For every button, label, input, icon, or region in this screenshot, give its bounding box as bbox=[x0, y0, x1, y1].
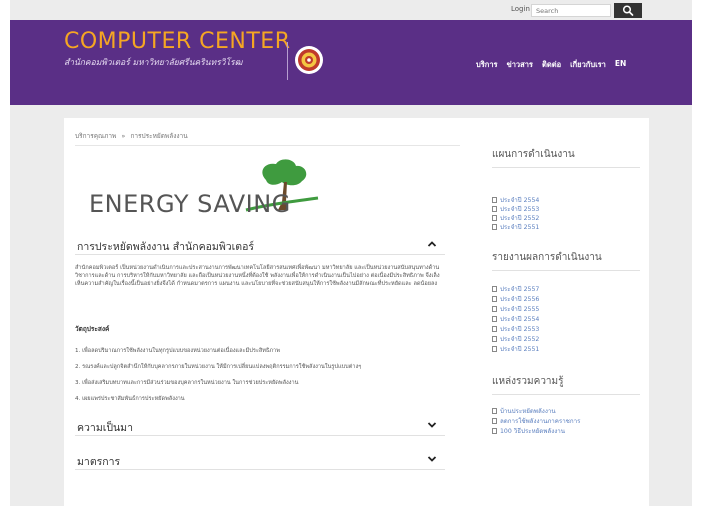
link-label: ประจำปี 2555 bbox=[500, 306, 540, 313]
knowledge-link[interactable]: บ้านประหยัดพลังงาน bbox=[492, 406, 556, 416]
chevron-up-icon bbox=[427, 241, 437, 247]
link-label: ประจำปี 2551 bbox=[500, 224, 540, 231]
knowledge-link[interactable]: 100 วิธีประหยัดพลังงาน bbox=[492, 426, 565, 436]
search-input[interactable] bbox=[531, 4, 611, 17]
energy-saving-text: ENERGY SAVING bbox=[89, 190, 291, 218]
document-icon bbox=[492, 418, 497, 424]
document-icon bbox=[492, 286, 497, 292]
plan-link[interactable]: ประจำปี 2551 bbox=[492, 222, 539, 232]
objective-item: 4. เผยแพร่ประชาสัมพันธ์การประหยัดพลังงาน bbox=[75, 396, 185, 402]
objective-item: 2. รณรงค์และปลูกจิตสำนึกให้กับบุคลากรภาย… bbox=[75, 364, 362, 370]
nav-english[interactable]: EN bbox=[615, 59, 626, 71]
objectives-heading: วัตถุประสงค์ bbox=[75, 325, 110, 333]
report-link[interactable]: ประจำปี 2555 bbox=[492, 304, 539, 314]
breadcrumb: บริการคุณภาพ » การประหยัดพลังงาน bbox=[75, 131, 188, 141]
objective-item: 1. เพื่อลดปริมาณการใช้พลังงานในทุกรูปแบบ… bbox=[75, 348, 280, 354]
section-history-header[interactable]: ความเป็นมา bbox=[75, 414, 445, 436]
chevron-down-icon bbox=[427, 422, 437, 428]
site-title[interactable]: COMPUTER CENTER bbox=[64, 31, 291, 53]
university-seal-icon bbox=[295, 46, 323, 74]
nav-contact[interactable]: ติดต่อ bbox=[542, 59, 561, 71]
breadcrumb-home[interactable]: บริการคุณภาพ bbox=[75, 132, 116, 140]
document-icon bbox=[492, 346, 497, 352]
section-measures-header[interactable]: มาตรการ bbox=[75, 448, 445, 470]
nav-about[interactable]: เกี่ยวกับเรา bbox=[570, 59, 606, 71]
chevron-down-icon bbox=[427, 456, 437, 462]
document-icon bbox=[492, 197, 497, 203]
nav-services[interactable]: บริการ bbox=[476, 59, 498, 71]
link-label: ประจำปี 2551 bbox=[500, 346, 540, 353]
section-title: มาตรการ bbox=[77, 456, 121, 468]
sidebar-reports-heading: รายงานผลการดำเนินงาน bbox=[492, 250, 640, 271]
section-title: ความเป็นมา bbox=[77, 422, 133, 434]
link-label: ลดการใช้พลังงานภาคราชการ bbox=[500, 418, 581, 425]
document-icon bbox=[492, 408, 497, 414]
nav-news[interactable]: ข่าวสาร bbox=[507, 59, 533, 71]
breadcrumb-separator: » bbox=[121, 132, 126, 140]
report-link[interactable]: ประจำปี 2556 bbox=[492, 294, 539, 304]
link-label: บ้านประหยัดพลังงาน bbox=[500, 408, 556, 415]
report-link[interactable]: ประจำปี 2557 bbox=[492, 284, 539, 294]
report-link[interactable]: ประจำปี 2554 bbox=[492, 314, 539, 324]
link-label: ประจำปี 2556 bbox=[500, 296, 540, 303]
document-icon bbox=[492, 215, 497, 221]
document-icon bbox=[492, 296, 497, 302]
breadcrumb-current: การประหยัดพลังงาน bbox=[130, 132, 188, 140]
report-link[interactable]: ประจำปี 2553 bbox=[492, 324, 539, 334]
report-link[interactable]: ประจำปี 2552 bbox=[492, 334, 539, 344]
breadcrumb-divider bbox=[75, 145, 460, 146]
sidebar-knowledge-heading: แหล่งรวมความรู้ bbox=[492, 374, 640, 395]
logo-divider bbox=[287, 42, 288, 80]
login-link[interactable]: Login bbox=[511, 5, 530, 13]
document-icon bbox=[492, 206, 497, 212]
section-title: การประหยัดพลังงาน สำนักคอมพิวเตอร์ bbox=[77, 241, 255, 253]
link-label: ประจำปี 2557 bbox=[500, 286, 540, 293]
main-nav: บริการ ข่าวสาร ติดต่อ เกี่ยวกับเรา EN bbox=[476, 59, 626, 71]
link-label: ประจำปี 2552 bbox=[500, 336, 540, 343]
document-icon bbox=[492, 336, 497, 342]
document-icon bbox=[492, 326, 497, 332]
document-icon bbox=[492, 428, 497, 434]
document-icon bbox=[492, 316, 497, 322]
search-button[interactable] bbox=[614, 3, 642, 18]
report-link[interactable]: ประจำปี 2551 bbox=[492, 344, 539, 354]
document-icon bbox=[492, 306, 497, 312]
link-label: 100 วิธีประหยัดพลังงาน bbox=[500, 428, 565, 435]
link-label: ประจำปี 2554 bbox=[500, 316, 540, 323]
sidebar-plans-heading: แผนการดำเนินงาน bbox=[492, 147, 640, 168]
section-paragraph: สำนักคอมพิวเตอร์ เป็นหน่วยงานดำเนินการแล… bbox=[75, 265, 440, 287]
objective-item: 3. เพื่อส่งเสริมบทบาทและการมีส่วนร่วมของ… bbox=[75, 380, 299, 386]
section-energy-saving-header[interactable]: การประหยัดพลังงาน สำนักคอมพิวเตอร์ bbox=[75, 233, 445, 255]
link-label: ประจำปี 2553 bbox=[500, 326, 540, 333]
knowledge-link[interactable]: ลดการใช้พลังงานภาคราชการ bbox=[492, 416, 580, 426]
search-icon bbox=[622, 5, 634, 16]
site-subtitle: สำนักคอมพิวเตอร์ มหาวิทยาลัยศรีนครินทรวิ… bbox=[64, 58, 243, 68]
document-icon bbox=[492, 224, 497, 230]
